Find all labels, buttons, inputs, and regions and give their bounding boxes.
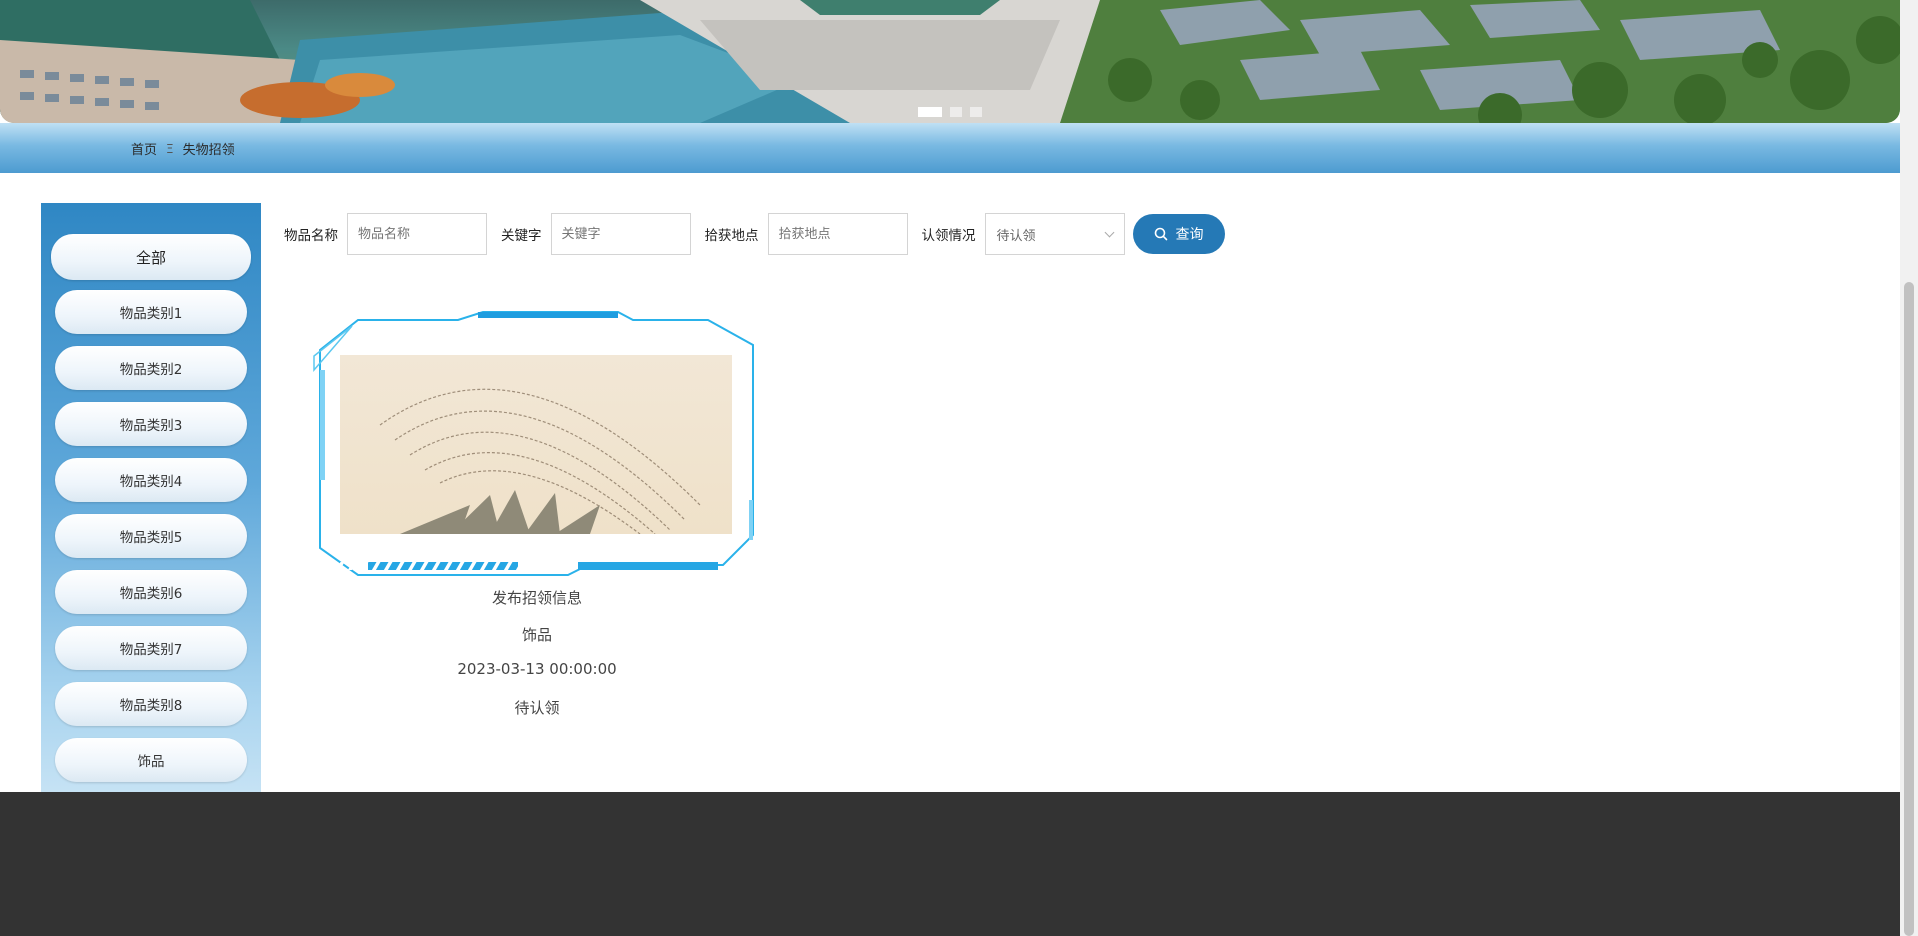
status-select[interactable]: 待认领: [984, 213, 1125, 255]
location-input[interactable]: [767, 213, 908, 255]
chevron-down-icon: [1104, 227, 1114, 237]
category-item-4[interactable]: 物品类别4: [55, 458, 247, 502]
search-icon: [1154, 227, 1167, 241]
breadcrumb-separator: Ξ: [166, 141, 174, 156]
keyword-label: 关键字: [501, 228, 542, 244]
query-button-label: 查询: [1175, 227, 1204, 243]
carousel-dot-3[interactable]: [970, 107, 982, 117]
breadcrumb: 首页 Ξ 失物招领: [131, 139, 235, 159]
item-title[interactable]: 发布招领信息: [308, 587, 766, 608]
query-button[interactable]: 查询: [1132, 214, 1225, 254]
category-item-1[interactable]: 物品类别1: [55, 290, 247, 334]
category-item-3[interactable]: 物品类别3: [55, 402, 247, 446]
page-scrollbar[interactable]: [1900, 0, 1918, 936]
category-item-5[interactable]: 物品类别5: [55, 514, 247, 558]
footer: [0, 792, 1900, 936]
scrollbar-thumb[interactable]: [1904, 282, 1914, 936]
carousel-indicators: [918, 107, 982, 117]
search-bar: 物品名称 关键字 拾获地点 认领情况 待认领 查询: [284, 212, 1225, 256]
banner-carousel[interactable]: [0, 0, 1900, 123]
category-item-accessories[interactable]: 饰品: [55, 738, 247, 782]
category-all[interactable]: 全部: [51, 234, 251, 280]
location-label: 拾获地点: [704, 228, 759, 244]
breadcrumb-bar: 首页 Ξ 失物招领: [0, 123, 1900, 173]
item-status: 待认领: [514, 699, 560, 717]
breadcrumb-home[interactable]: 首页: [131, 139, 157, 158]
category-item-7[interactable]: 物品类别7: [55, 626, 247, 670]
status-label: 认领情况: [921, 228, 976, 244]
carousel-dot-2[interactable]: [950, 107, 962, 117]
item-category: 饰品: [521, 626, 552, 644]
item-date: 2023-03-13 00:00:00: [457, 660, 617, 678]
keyword-input[interactable]: [550, 213, 691, 255]
breadcrumb-current: 失物招领: [182, 143, 235, 158]
carousel-dot-1[interactable]: [918, 107, 942, 117]
item-photo[interactable]: [340, 355, 732, 534]
item-name-input[interactable]: [347, 213, 487, 255]
category-item-6[interactable]: 物品类别6: [55, 570, 247, 614]
status-select-value: 待认领: [996, 228, 1036, 244]
category-item-2[interactable]: 物品类别2: [55, 346, 247, 390]
banner-image: [0, 0, 1900, 123]
item-card[interactable]: [308, 310, 766, 580]
category-sidebar: 全部 物品类别1 物品类别2 物品类别3 物品类别4 物品类别5 物品类别6 物…: [41, 203, 261, 823]
item-name-label: 物品名称: [284, 228, 338, 244]
category-item-8[interactable]: 物品类别8: [55, 682, 247, 726]
